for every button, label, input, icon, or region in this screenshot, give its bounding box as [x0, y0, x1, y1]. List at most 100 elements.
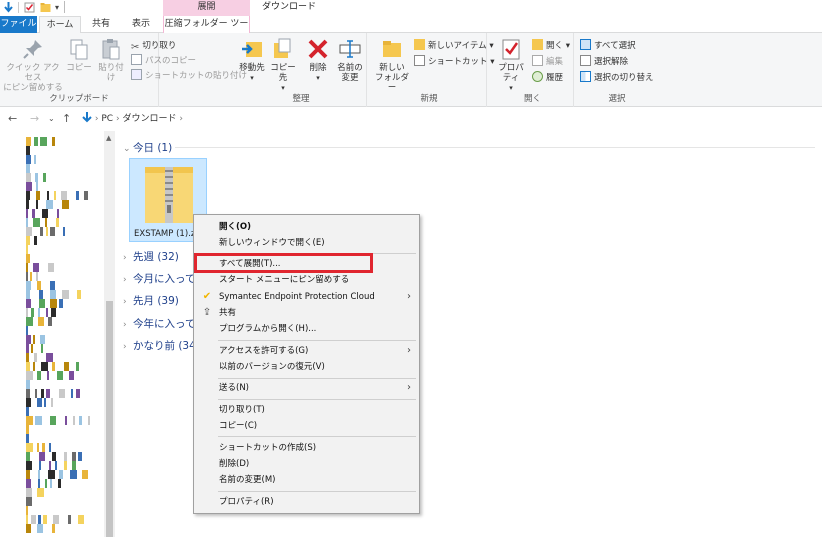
tab-compressed-folder-tools[interactable]: 圧縮フォルダー ツール [163, 16, 250, 45]
menu-item-share[interactable]: ⇪ 共有 [194, 305, 419, 321]
group-header-this-year[interactable]: › 今年に入って [123, 316, 195, 331]
open-button[interactable]: 開く ▾ [532, 39, 570, 53]
obscured-nav-pixel [40, 137, 47, 146]
menu-item-pin-to-start[interactable]: スタート メニューにピン留めする [194, 272, 419, 288]
qa-customize-icon[interactable]: ▾ [55, 3, 59, 12]
paste-button[interactable]: 貼り付け [95, 37, 127, 83]
invert-selection-button[interactable]: 選択の切り替え [580, 71, 654, 85]
obscured-nav-pixel [70, 470, 77, 479]
scroll-up-icon[interactable]: ▲ [106, 134, 111, 142]
obscured-nav-pixel [26, 398, 31, 407]
menu-item-restore-versions[interactable]: 以前のバージョンの復元(V) [194, 359, 419, 375]
navigation-pane[interactable]: ▲ [0, 131, 115, 537]
edit-button[interactable]: 編集 [532, 55, 563, 69]
copy-button[interactable]: コピー [66, 37, 92, 73]
pin-quick-access-button[interactable]: クイック アクセス にピン留めする [3, 37, 63, 93]
shortcut-icon [414, 55, 425, 66]
recent-locations-icon[interactable]: ⌄ [48, 114, 55, 123]
group-header-today[interactable]: ⌄ 今日 (1) [123, 140, 172, 155]
back-arrow-icon[interactable]: ← [8, 112, 17, 125]
shortcut-button[interactable]: ショートカット ▾ [414, 55, 494, 69]
obscured-nav-pixel [26, 326, 28, 335]
nav-scrollbar-thumb[interactable] [106, 301, 113, 537]
obscured-nav-pixel [59, 470, 63, 479]
copy-to-button[interactable]: コピー先 ▾ [269, 37, 297, 93]
obscured-nav-pixel [33, 335, 35, 344]
obscured-nav-pixel [46, 389, 50, 398]
obscured-nav-pixel [57, 209, 59, 218]
obscured-nav-pixel [26, 218, 28, 227]
menu-item-open-with[interactable]: プログラムから開く(H)... [194, 321, 419, 337]
group-header-long-ago[interactable]: › かなり前 (340 [123, 338, 202, 353]
menu-item-copy[interactable]: コピー(C) [194, 418, 419, 434]
menu-item-label: 新しいウィンドウで開く(E) [219, 238, 325, 248]
submenu-arrow-icon: › [407, 345, 411, 356]
shortcut-label: ショートカット [428, 57, 488, 67]
menu-item-create-shortcut[interactable]: ショートカットの作成(S) [194, 440, 419, 456]
obscured-nav-pixel [26, 245, 28, 254]
tab-share[interactable]: 共有 [83, 16, 119, 33]
menu-item-open[interactable]: 開く(O) [194, 219, 419, 235]
menu-item-label: 開く(O) [219, 222, 251, 232]
obscured-nav-pixel [26, 308, 28, 317]
open-label: 開く [546, 41, 564, 51]
chevron-right-icon: › [123, 253, 127, 263]
cut-label: 切り取り [142, 41, 177, 51]
obscured-nav-pixel [63, 227, 65, 236]
forward-arrow-icon[interactable]: → [30, 112, 39, 125]
rename-button[interactable]: 名前の 変更 [336, 37, 364, 83]
new-folder-icon[interactable] [40, 2, 51, 13]
tab-home[interactable]: ホーム [39, 16, 81, 34]
menu-item-send-to[interactable]: 送る(N) › [194, 380, 419, 396]
menu-item-symantec[interactable]: ✔ Symantec Endpoint Protection Cloud › [194, 289, 419, 305]
menu-item-properties[interactable]: プロパティ(R) [194, 494, 419, 510]
edit-icon [532, 55, 543, 66]
obscured-nav-pixel [48, 470, 55, 479]
new-folder-button[interactable]: 新しい フォルダー [374, 37, 410, 93]
download-arrow-icon[interactable] [3, 2, 14, 13]
tab-view[interactable]: 表示 [121, 16, 161, 33]
obscured-nav-pixel [40, 335, 45, 344]
new-folder-icon [383, 41, 401, 57]
group-header-last-month[interactable]: › 先月 (39) [123, 293, 179, 308]
obscured-nav-pixel [37, 371, 41, 380]
select-none-button[interactable]: 選択解除 [580, 55, 628, 69]
menu-item-label: 削除(D) [219, 459, 250, 469]
obscured-nav-pixel [79, 416, 82, 425]
menu-item-give-access[interactable]: アクセスを許可する(G) › [194, 343, 419, 359]
new-folder-label-line1: 新しい [379, 63, 405, 73]
obscured-nav-pixel [46, 308, 48, 317]
obscured-nav-pixel [41, 344, 43, 353]
menu-item-cut[interactable]: 切り取り(T) [194, 402, 419, 418]
obscured-nav-pixel [52, 524, 55, 533]
nav-scrollbar[interactable]: ▲ [104, 131, 115, 537]
group-header-this-month[interactable]: › 今月に入って [123, 271, 195, 286]
new-item-button[interactable]: 新しいアイテム ▾ [414, 39, 494, 53]
obscured-nav-pixel [26, 200, 29, 209]
breadcrumb[interactable]: › PC › ダウンロード › [82, 111, 183, 127]
copy-path-button[interactable]: パスのコピー [131, 54, 196, 68]
delete-button[interactable]: 削除 ▾ [306, 37, 330, 83]
history-button[interactable]: 履歴 [532, 71, 563, 85]
obscured-nav-pixel [42, 443, 45, 452]
select-all-icon [580, 39, 591, 50]
tab-file[interactable]: ファイル [0, 16, 37, 33]
cut-button[interactable]: ✂ 切り取り [131, 39, 176, 53]
breadcrumb-pc[interactable]: PC [101, 114, 113, 124]
up-arrow-icon[interactable]: ↑ [62, 112, 71, 125]
properties-button[interactable]: プロパティ ▾ [494, 37, 528, 93]
obscured-nav-pixel [39, 452, 45, 461]
move-to-button[interactable]: 移動先 ▾ [238, 37, 266, 83]
properties-check-icon[interactable] [24, 2, 35, 13]
menu-item-rename[interactable]: 名前の変更(M) [194, 472, 419, 488]
obscured-nav-pixel [35, 416, 42, 425]
menu-item-delete[interactable]: 削除(D) [194, 456, 419, 472]
menu-item-label: 共有 [219, 308, 237, 318]
menu-item-open-new-window[interactable]: 新しいウィンドウで開く(E) [194, 235, 419, 251]
ribbon-tabs: ファイル ホーム 共有 表示 圧縮フォルダー ツール [0, 16, 822, 45]
breadcrumb-downloads[interactable]: ダウンロード [122, 114, 176, 124]
open-group-label: 開く [523, 94, 541, 104]
paste-shortcut-button[interactable]: ショートカットの貼り付け [131, 69, 247, 83]
select-all-button[interactable]: すべて選択 [580, 39, 636, 53]
group-header-last-week[interactable]: › 先週 (32) [123, 249, 179, 264]
